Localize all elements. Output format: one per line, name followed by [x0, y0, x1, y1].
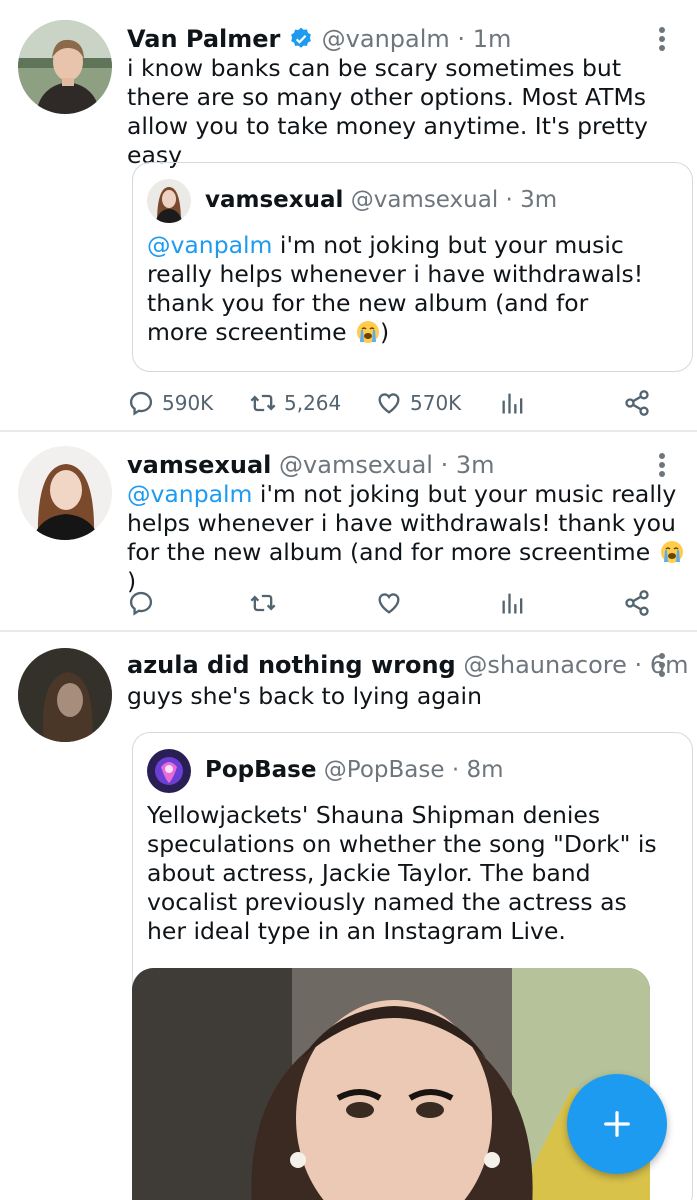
- more-options-icon[interactable]: [657, 450, 667, 480]
- analytics-button[interactable]: [499, 586, 527, 620]
- display-name[interactable]: vamsexual: [127, 451, 271, 479]
- display-name[interactable]: Van Palmer: [127, 25, 280, 53]
- separator: ·: [440, 451, 449, 479]
- plus-icon: [604, 1111, 630, 1137]
- separator: ·: [505, 187, 513, 213]
- tweet-text: guys she's back to lying again: [127, 682, 482, 710]
- handle[interactable]: @shaunacore: [463, 651, 627, 679]
- loudly-crying-face-icon: [357, 321, 380, 343]
- tweet[interactable]: Van Palmer @vanpalm · 1m i know banks ca…: [0, 0, 697, 432]
- reply-count: 590K: [162, 391, 214, 415]
- mention-link[interactable]: @vanpalm: [147, 231, 272, 259]
- retweet-count: 5,264: [284, 391, 342, 415]
- share-icon: [625, 590, 649, 616]
- tweet-header: Van Palmer @vanpalm · 1m: [127, 24, 511, 54]
- action-bar: 590K 5,264 570K: [127, 386, 657, 420]
- heart-icon: [378, 593, 400, 614]
- reply-button[interactable]: 590K: [127, 386, 213, 420]
- share-icon: [625, 390, 649, 416]
- handle[interactable]: @vanpalm: [322, 25, 450, 53]
- avatar: [147, 179, 191, 223]
- more-options-icon[interactable]: [657, 650, 667, 680]
- share-button[interactable]: [623, 586, 651, 620]
- reply-icon: [129, 391, 153, 416]
- display-name[interactable]: azula did nothing wrong: [127, 651, 456, 679]
- handle[interactable]: @vamsexual: [279, 451, 433, 479]
- avatar: [147, 749, 191, 793]
- tweet-text: @vanpalm i'm not joking but your music r…: [127, 480, 687, 596]
- tweet-header: vamsexual @vamsexual · 3m: [127, 450, 495, 480]
- timestamp[interactable]: 6m: [650, 651, 689, 679]
- more-options-icon[interactable]: [657, 24, 667, 54]
- quoted-tweet-text: Yellowjackets' Shauna Shipman denies spe…: [147, 801, 657, 945]
- analytics-icon: [502, 393, 523, 414]
- quoted-tweet-text: @vanpalm i'm not joking but your music r…: [147, 231, 647, 347]
- share-button[interactable]: [623, 386, 651, 420]
- retweet-button[interactable]: [249, 586, 277, 620]
- like-button[interactable]: 570K: [375, 386, 461, 420]
- separator: ·: [457, 25, 466, 53]
- quoted-tweet-header: vamsexual @vamsexual · 3m: [205, 185, 557, 215]
- quoted-tweet[interactable]: vamsexual @vamsexual · 3m @vanpalm i'm n…: [132, 162, 693, 372]
- reply-button[interactable]: [127, 586, 155, 620]
- quoted-tweet-header: PopBase @PopBase · 8m: [205, 755, 504, 785]
- tweet-header: azula did nothing wrong @shaunacore · 6m: [127, 650, 688, 680]
- separator: ·: [451, 757, 460, 783]
- timestamp[interactable]: 1m: [473, 25, 512, 53]
- loudly-crying-face-icon: [660, 541, 683, 563]
- tweet[interactable]: vamsexual @vamsexual · 3m @vanpalm i'm n…: [0, 432, 697, 632]
- timestamp[interactable]: 3m: [456, 451, 495, 479]
- like-count: 570K: [410, 391, 462, 415]
- verified-badge-icon: [291, 27, 311, 48]
- like-button[interactable]: [375, 586, 403, 620]
- retweet-icon: [250, 594, 276, 612]
- quoted-text-end: ): [380, 318, 390, 346]
- action-bar: [127, 586, 657, 620]
- retweet-icon: [250, 394, 276, 412]
- handle: @PopBase: [323, 757, 445, 783]
- separator: ·: [634, 651, 643, 679]
- avatar[interactable]: [18, 648, 112, 742]
- heart-icon: [378, 393, 400, 414]
- mention-link[interactable]: @vanpalm: [127, 480, 252, 508]
- reply-icon: [129, 591, 153, 616]
- timestamp: 3m: [520, 187, 558, 213]
- retweet-button[interactable]: 5,264: [249, 386, 341, 420]
- compose-tweet-button[interactable]: [567, 1074, 667, 1174]
- timestamp: 8m: [466, 757, 504, 783]
- avatar[interactable]: [18, 20, 112, 114]
- analytics-button[interactable]: [499, 386, 527, 420]
- display-name: vamsexual: [205, 187, 344, 213]
- handle: @vamsexual: [350, 187, 499, 213]
- avatar[interactable]: [18, 446, 112, 540]
- quoted-tweet-photo[interactable]: [132, 968, 650, 1200]
- tweet-text: i know banks can be scary sometimes but …: [127, 54, 648, 169]
- analytics-icon: [502, 593, 523, 614]
- display-name: PopBase: [205, 757, 317, 783]
